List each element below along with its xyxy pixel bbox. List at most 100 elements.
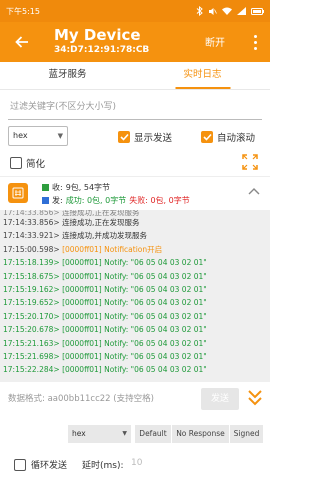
- back-button[interactable]: [10, 30, 34, 54]
- wifi-icon: [222, 7, 232, 15]
- log-line: 17:15:20.678> [0000ff01] Notify: "06 05 …: [0, 323, 270, 336]
- status-bar: 下午5:15: [0, 0, 270, 22]
- tab-bluetooth-services[interactable]: 蓝牙服务: [0, 62, 135, 89]
- tab-realtime-log[interactable]: 实时日志: [135, 62, 270, 89]
- log-line: 17:14:33.921> 连接成功,并成功发现服务: [0, 229, 270, 242]
- chevron-down-icon: ▼: [122, 430, 127, 437]
- encoding-value: hex: [13, 131, 28, 140]
- log-timestamp: 17:15:00.598>: [3, 244, 60, 254]
- send-encoding-value: hex: [72, 429, 86, 438]
- more-menu-button[interactable]: [250, 32, 260, 52]
- log-message: [0000ff01] Notify: "06 05 04 03 02 01": [62, 325, 207, 335]
- log-message: 连接成功,并成功发现服务: [62, 231, 147, 241]
- send-success: 成功: 0包, 0字节: [65, 196, 127, 205]
- log-message: [0000ff01] Notification开启: [62, 244, 163, 254]
- auto-scroll-checkbox[interactable]: 自动滚动: [201, 130, 255, 144]
- send-square-icon: [42, 197, 49, 204]
- show-send-checkbox[interactable]: 显示发送: [118, 130, 172, 144]
- send-fail: 失败: 0包, 0字节: [129, 196, 190, 205]
- more-dot-icon: [253, 34, 257, 38]
- log-message: [0000ff01] Notify: "06 05 04 03 02 01": [62, 284, 207, 294]
- disconnect-button[interactable]: 断开: [205, 34, 225, 49]
- filter-input[interactable]: 过滤关键字(不区分大小写): [8, 96, 262, 120]
- stats-panel: 收: 9包, 54字节 发: 成功: 0包, 0字节 失败: 0包, 0字节: [0, 176, 270, 209]
- double-chevron-down-icon[interactable]: [246, 388, 264, 408]
- bluetooth-icon: [196, 6, 203, 16]
- loop-send-checkbox[interactable]: 循环发送: [14, 458, 67, 471]
- recv-square-icon: [42, 184, 49, 191]
- log-timestamp: 17:15:21.698>: [3, 351, 60, 361]
- log-line: 17:15:18.139> [0000ff01] Notify: "06 05 …: [0, 256, 270, 269]
- log-line: 17:15:00.598> [0000ff01] Notification开启: [0, 243, 270, 256]
- log-timestamp: 17:14:33.856>: [3, 210, 60, 216]
- write-type-signed[interactable]: Signed: [230, 425, 263, 443]
- log-area[interactable]: 17:14:33.856> 连接成功,正在发现服务 17:14:33.856> 连…: [0, 210, 270, 382]
- log-timestamp: 17:15:19.652>: [3, 298, 60, 308]
- send-prefix: 发:: [52, 196, 63, 205]
- more-dot-icon: [253, 40, 257, 44]
- log-timestamp: 17:14:33.856>: [3, 218, 60, 227]
- log-timestamp: 17:15:18.139>: [3, 258, 60, 268]
- write-type-no-response[interactable]: No Response: [172, 425, 229, 443]
- send-button[interactable]: 发送: [201, 388, 239, 410]
- more-dot-icon: [253, 46, 257, 50]
- simplify-checkbox[interactable]: 简化: [10, 156, 45, 170]
- delay-label: 延时(ms):: [82, 461, 124, 471]
- fullscreen-icon[interactable]: [241, 153, 259, 171]
- send-panel: 数据格式: aa00bb11cc22 (支持空格) 发送 hex ▼ Defau…: [0, 382, 270, 479]
- log-timestamp: 17:15:21.163>: [3, 338, 60, 348]
- send-encoding-select[interactable]: hex ▼: [68, 425, 131, 443]
- log-message: [0000ff01] Notify: "06 05 04 03 02 01": [62, 298, 207, 308]
- log-line: 17:15:18.675> [0000ff01] Notify: "06 05 …: [0, 270, 270, 283]
- simplify-label: 简化: [26, 159, 46, 170]
- encoding-select[interactable]: hex ▼: [8, 126, 68, 146]
- recv-value: 9包, 54字节: [65, 183, 111, 192]
- log-message: [0000ff01] Notify: "06 05 04 03 02 01": [62, 271, 207, 281]
- checkbox-unchecked-icon: [10, 157, 22, 169]
- arrow-left-icon: [15, 36, 28, 48]
- status-time: 下午5:15: [6, 6, 40, 16]
- chevron-up-icon[interactable]: [248, 187, 260, 195]
- delay-input[interactable]: 10: [131, 458, 142, 468]
- tab-bar: 蓝牙服务 实时日志: [0, 62, 270, 90]
- log-timestamp: 17:15:18.675>: [3, 271, 60, 281]
- log-message: 连接成功,正在发现服务: [62, 210, 140, 216]
- log-line: 17:15:19.162> [0000ff01] Notify: "06 05 …: [0, 283, 270, 296]
- recv-stats: 收: 9包, 54字节: [42, 182, 110, 193]
- log-timestamp: 17:15:19.162>: [3, 284, 60, 294]
- checkbox-checked-icon: [201, 131, 213, 143]
- checkbox-unchecked-icon: [14, 458, 26, 471]
- send-stats: 发: 成功: 0包, 0字节 失败: 0包, 0字节: [42, 195, 190, 206]
- log-message: [0000ff01] Notify: "06 05 04 03 02 01": [62, 351, 207, 361]
- mute-icon: [209, 7, 217, 15]
- log-message: [0000ff01] Notify: "06 05 04 03 02 01": [62, 365, 207, 375]
- log-timestamp: 17:14:33.921>: [3, 231, 60, 241]
- log-line: 17:14:33.856> 连接成功,正在发现服务: [0, 216, 270, 229]
- log-line: 17:15:21.698> [0000ff01] Notify: "06 05 …: [0, 350, 270, 363]
- device-address: 34:D7:12:91:78:CB: [54, 45, 150, 55]
- log-timestamp: 17:15:20.678>: [3, 325, 60, 335]
- battery-icon: [251, 7, 264, 15]
- log-timestamp: 17:15:20.170>: [3, 311, 60, 321]
- show-send-label: 显示发送: [134, 133, 173, 144]
- device-name: My Device: [54, 26, 141, 44]
- chevron-down-icon: ▼: [57, 132, 63, 140]
- loop-send-label: 循环发送: [31, 461, 68, 471]
- log-line: 17:14:33.856> 连接成功,正在发现服务: [0, 210, 270, 216]
- log-line: 17:15:21.163> [0000ff01] Notify: "06 05 …: [0, 337, 270, 350]
- recv-prefix: 收:: [52, 183, 63, 192]
- auto-scroll-label: 自动滚动: [217, 133, 256, 144]
- log-line: 17:15:22.284> [0000ff01] Notify: "06 05 …: [0, 363, 270, 376]
- log-message: [0000ff01] Notify: "06 05 04 03 02 01": [62, 258, 207, 268]
- write-type-default[interactable]: Default: [135, 425, 171, 443]
- log-message: 连接成功,正在发现服务: [62, 218, 140, 227]
- log-timestamp: 17:15:22.284>: [3, 365, 60, 375]
- log-message: [0000ff01] Notify: "06 05 04 03 02 01": [62, 311, 207, 321]
- device-icon: [8, 183, 28, 203]
- log-message: [0000ff01] Notify: "06 05 04 03 02 01": [62, 338, 207, 348]
- app-bar: My Device 34:D7:12:91:78:CB 断开: [0, 22, 270, 62]
- data-input[interactable]: 数据格式: aa00bb11cc22 (支持空格): [8, 388, 198, 410]
- signal-icon: [237, 7, 246, 15]
- log-line: 17:15:20.170> [0000ff01] Notify: "06 05 …: [0, 310, 270, 323]
- log-line: 17:15:19.652> [0000ff01] Notify: "06 05 …: [0, 296, 270, 309]
